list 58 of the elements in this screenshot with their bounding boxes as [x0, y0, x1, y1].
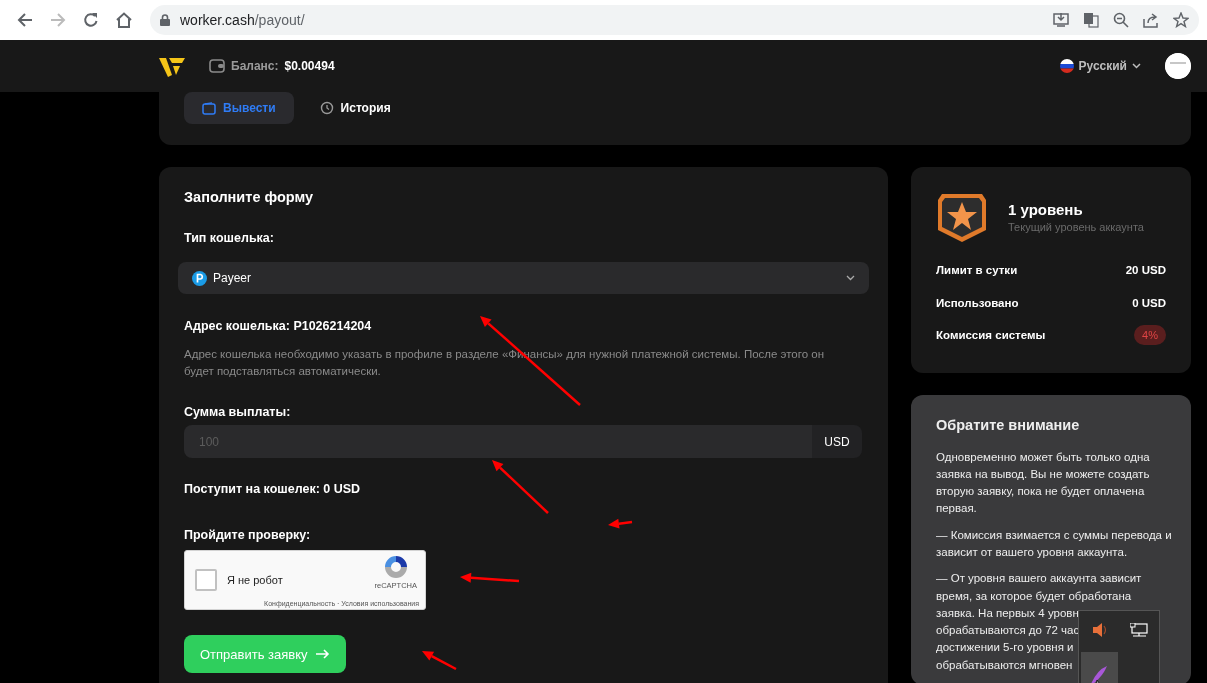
captcha-checkbox[interactable]	[195, 569, 217, 591]
field-label: Тип кошелька:	[184, 231, 275, 245]
notice-title: Обратите внимание	[936, 415, 1081, 434]
reload-icon[interactable]	[82, 12, 99, 28]
home-icon[interactable]	[114, 12, 133, 28]
arrow-annotation	[492, 460, 549, 514]
wallet-address: Адрес кошелька: P1026214204	[184, 319, 373, 333]
limit-label: Использовано	[936, 296, 1019, 309]
notice-text-line: достижении 5-го уровня и	[936, 640, 1074, 656]
field-label: Пройдите проверку:	[184, 528, 312, 542]
notice-paragraph: — Комиссия взимается с суммы перевода и зависит от вашего уровня аккаунта.	[936, 527, 1173, 560]
speaker-icon[interactable]	[1091, 621, 1109, 639]
chevron-down-icon	[846, 275, 855, 281]
address-bar[interactable]: worker.cash/payout/	[150, 5, 1199, 35]
form-title: Заполните форму	[184, 189, 315, 205]
russia-flag-icon	[1059, 59, 1074, 73]
limit-value: 20 USD	[1125, 264, 1166, 277]
wallet-icon	[202, 101, 216, 115]
install-icon[interactable]	[1053, 12, 1069, 28]
commission-badge: 4%	[1134, 325, 1166, 346]
star-icon[interactable]	[1173, 12, 1189, 28]
payeer-icon	[192, 270, 207, 286]
notice-text-line: заявка. На первых 4 уровн	[936, 605, 1079, 621]
level-title: 1 уровень	[1008, 201, 1084, 218]
translate-icon[interactable]	[1083, 12, 1099, 28]
level-subtitle: Текущий уровень аккаунта	[1008, 221, 1144, 233]
balance-value: $0.00494	[284, 59, 335, 73]
limit-value: 0 USD	[1132, 296, 1166, 309]
captcha-label: Я не робот	[227, 574, 283, 586]
back-icon[interactable]	[16, 12, 33, 28]
logo-icon[interactable]	[159, 55, 185, 77]
language-selector[interactable]: Русский	[1078, 59, 1127, 73]
limit-label: Лимит в сутки	[936, 264, 1018, 277]
tab[interactable]: История	[301, 92, 409, 124]
recaptcha-icon	[382, 554, 409, 580]
field-label: Сумма выплаты:	[184, 405, 292, 419]
history-icon	[319, 101, 334, 115]
notice-text-line: время, за которое будет обработана	[936, 588, 1132, 604]
arrow-right-icon	[315, 649, 330, 659]
arrow-annotation	[460, 572, 520, 583]
chevron-down-icon[interactable]	[1132, 63, 1141, 69]
arrow-annotation	[422, 651, 457, 671]
network-icon[interactable]	[1130, 623, 1148, 639]
notice-text-line: — От уровня вашего аккаунта зависит	[936, 571, 1142, 587]
balance-label: Баланс:	[231, 59, 279, 73]
notice-text-line: обрабатываются до 72 час	[936, 623, 1080, 639]
notice-text-line: обрабатываются мгновен	[936, 657, 1073, 673]
share-icon[interactable]	[1143, 12, 1159, 28]
limit-label: Комиссия системы	[936, 329, 1046, 342]
arrow-annotation	[608, 518, 633, 529]
wallet-icon	[209, 59, 225, 73]
receive-amount: Поступит на кошелек: 0 USD	[184, 482, 362, 496]
wallet-type-select[interactable]: Payeer	[178, 262, 869, 294]
avatar-icon[interactable]	[1165, 53, 1191, 79]
zoom-out-icon[interactable]	[1113, 12, 1129, 28]
tab[interactable]: Вывести	[184, 92, 294, 124]
lock-icon	[160, 14, 170, 26]
notice-paragraph: Одновременно может быть только одна заявка на вывод. Вы не можете создать вторую заявку, пока не будет оплачена первая.	[936, 449, 1151, 517]
